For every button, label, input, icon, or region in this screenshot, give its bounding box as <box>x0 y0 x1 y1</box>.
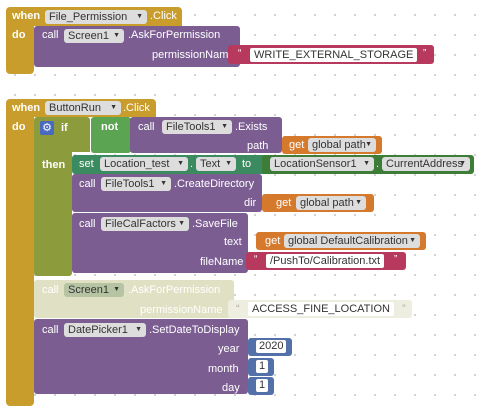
component-dropdown[interactable]: FileTools1 ▼ <box>162 120 232 134</box>
property-dropdown[interactable]: Text ▼ <box>196 157 236 171</box>
chevron-down-icon: ▼ <box>113 286 120 293</box>
call-label: call <box>79 178 96 190</box>
chevron-down-icon: ▼ <box>459 160 466 167</box>
component-dropdown[interactable]: Screen1 ▼ <box>64 29 124 43</box>
month-label: month <box>208 363 239 375</box>
component-dropdown[interactable]: DatePicker1 ▼ <box>64 323 146 337</box>
month-value[interactable]: 1 <box>256 360 269 373</box>
chevron-down-icon: ▼ <box>363 160 370 167</box>
variable-dropdown[interactable]: global DefaultCalibration ▼ <box>284 234 420 248</box>
quote-icon: ” <box>402 303 406 315</box>
not-label: not <box>101 121 119 133</box>
chevron-down-icon: ▼ <box>225 160 232 167</box>
quote-icon: ” <box>394 254 398 265</box>
day-label: day <box>222 382 240 394</box>
chevron-down-icon: ▼ <box>160 180 167 187</box>
do-label: do <box>12 29 26 41</box>
variable-dropdown[interactable]: global path ▼ <box>296 196 366 210</box>
component-dropdown[interactable]: LocationSensor1 ▼ <box>270 157 374 171</box>
dot-label: . <box>376 158 380 170</box>
component-dropdown[interactable]: FileTools1 ▼ <box>101 177 171 191</box>
do-label: do <box>12 121 26 133</box>
param-label: fileName <box>200 256 244 268</box>
param-label: path <box>247 140 269 152</box>
method-name: .CreateDirectory <box>174 178 255 190</box>
method-name: .AskForPermission <box>128 29 221 41</box>
year-value[interactable]: 2020 <box>256 340 287 353</box>
method-name: .SetDateToDisplay <box>149 324 240 336</box>
component-dropdown[interactable]: File_Permission ▼ <box>45 10 147 24</box>
to-label: to <box>242 158 252 170</box>
if-label: if <box>61 122 68 134</box>
quote-icon: “ <box>236 303 240 315</box>
call-label: call <box>42 29 59 41</box>
dot-label: . <box>190 158 194 170</box>
variable-dropdown[interactable]: global path ▼ <box>308 138 376 152</box>
chevron-down-icon: ▼ <box>355 199 362 206</box>
chevron-down-icon: ▼ <box>177 160 184 167</box>
param-label: permissionName <box>152 49 235 61</box>
get-label: get <box>276 197 292 209</box>
chevron-down-icon: ▼ <box>178 220 185 227</box>
param-label: permissionName <box>140 304 223 316</box>
method-name: .SaveFile <box>192 218 238 230</box>
call-label: call <box>79 218 96 230</box>
chevron-down-icon: ▼ <box>409 237 416 244</box>
call-label: call <box>138 121 155 133</box>
method-name: .AskForPermission <box>128 284 221 296</box>
get-label: get <box>265 235 281 247</box>
method-name: .Exists <box>235 121 268 133</box>
quote-icon: ” <box>423 48 427 59</box>
year-label: year <box>218 343 240 355</box>
param-label: text <box>224 236 242 248</box>
set-label: set <box>79 158 94 170</box>
text-value[interactable]: WRITE_EXTERNAL_STORAGE <box>250 48 418 62</box>
property-dropdown[interactable]: CurrentAddress ▼ <box>382 157 470 171</box>
param-label: dir <box>244 197 257 209</box>
component-dropdown[interactable]: Screen1 ▼ <box>64 283 124 297</box>
chevron-down-icon: ▼ <box>113 32 120 39</box>
quote-icon: “ <box>254 254 258 265</box>
chevron-down-icon: ▼ <box>365 141 372 148</box>
get-label: get <box>289 139 305 151</box>
chevron-down-icon: ▼ <box>136 13 143 20</box>
component-dropdown[interactable]: Location_test ▼ <box>100 157 188 171</box>
text-value[interactable]: /PushTo/Calibration.txt <box>266 254 385 268</box>
quote-icon: “ <box>238 48 242 59</box>
then-label: then <box>42 159 66 171</box>
chevron-down-icon: ▼ <box>110 104 117 111</box>
day-value[interactable]: 1 <box>256 379 269 392</box>
event-name: .Click <box>123 102 150 114</box>
component-dropdown[interactable]: ButtonRun ▼ <box>45 101 121 115</box>
call-label: call <box>42 324 59 336</box>
chevron-down-icon: ▼ <box>221 123 228 130</box>
chevron-down-icon: ▼ <box>135 326 142 333</box>
gear-icon[interactable]: ⚙ <box>40 121 54 135</box>
call-label: call <box>42 284 59 296</box>
text-value[interactable]: ACCESS_FINE_LOCATION <box>248 302 394 316</box>
event-name: .Click <box>150 10 177 22</box>
when-label: when <box>12 102 41 114</box>
when-label: when <box>12 10 41 22</box>
event-block-do-rail <box>6 117 34 406</box>
component-dropdown[interactable]: FileCalFactors ▼ <box>101 217 189 231</box>
